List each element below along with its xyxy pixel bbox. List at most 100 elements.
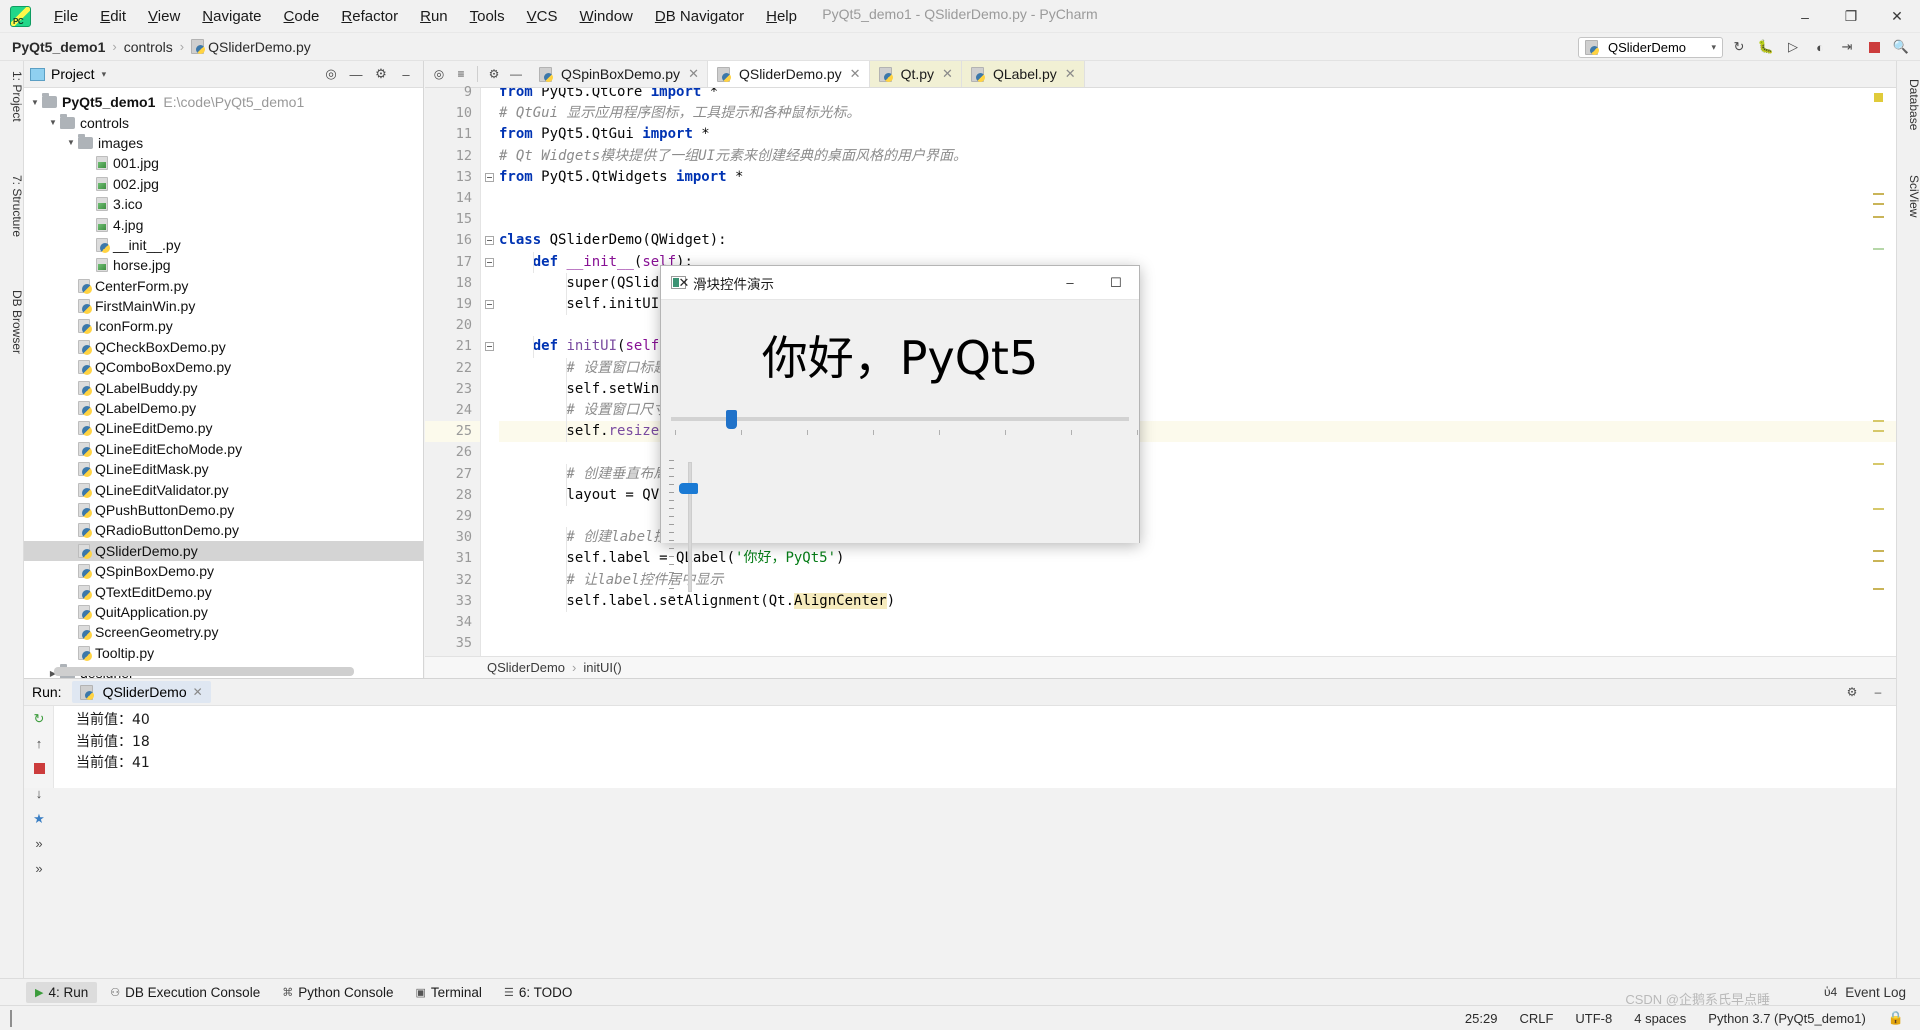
- code-line[interactable]: self.initUI(): [499, 294, 676, 315]
- hide-panel-icon[interactable]: —: [506, 64, 526, 84]
- tree-item[interactable]: QCheckBoxDemo.py: [24, 337, 423, 357]
- tree-item[interactable]: QSpinBoxDemo.py: [24, 561, 423, 581]
- menu-file[interactable]: File: [43, 4, 89, 29]
- editor-gutter[interactable]: 9 10 11 12 13 14 15 16 17 18 19 20 21 22 23 24 25 26 27 28 2…: [425, 84, 481, 656]
- code-line[interactable]: super(QSlider: [499, 273, 676, 294]
- profile-icon[interactable]: ◐: [1809, 36, 1831, 58]
- editor-tab[interactable]: QLabel.py ✕: [961, 61, 1085, 87]
- tree-item[interactable]: QuitApplication.py: [24, 602, 423, 622]
- chevron-down-icon[interactable]: ▾: [1711, 42, 1716, 53]
- line-separator[interactable]: CRLF: [1519, 1011, 1553, 1026]
- tree-item[interactable]: QSliderDemo.py: [24, 540, 423, 561]
- project-tree[interactable]: ▼ PyQt5_demo1 E:\code\PyQt5_demo1 ▼ controls…: [24, 88, 423, 678]
- rerun-icon[interactable]: ↻: [24, 706, 54, 731]
- menu-run[interactable]: Run: [409, 4, 459, 29]
- tree-item[interactable]: FirstMainWin.py: [24, 296, 423, 316]
- close-icon[interactable]: ✕: [942, 66, 953, 82]
- more-icon[interactable]: »: [24, 856, 54, 881]
- menu-window[interactable]: Window: [569, 4, 644, 29]
- tree-item[interactable]: QTextEditDemo.py: [24, 581, 423, 601]
- code-line[interactable]: from PyQt5.QtCore import *: [499, 88, 718, 103]
- maximize-button[interactable]: ❐: [1828, 0, 1874, 33]
- close-icon[interactable]: ✕: [688, 66, 699, 82]
- tree-item[interactable]: horse.jpg: [24, 255, 423, 275]
- stop-icon[interactable]: [24, 756, 54, 781]
- up-icon[interactable]: ↑: [24, 731, 54, 756]
- tree-item[interactable]: IconForm.py: [24, 316, 423, 336]
- refresh-icon[interactable]: ↻: [1728, 36, 1750, 58]
- stop-icon[interactable]: [1863, 36, 1885, 58]
- dialog-minimize-button[interactable]: –: [1047, 266, 1093, 299]
- tree-item[interactable]: 002.jpg: [24, 174, 423, 194]
- tree-item[interactable]: QRadioButtonDemo.py: [24, 520, 423, 540]
- indent-setting[interactable]: 4 spaces: [1634, 1011, 1686, 1026]
- tree-item[interactable]: QLabelBuddy.py: [24, 377, 423, 397]
- sidebar-tab-sciview[interactable]: SciView: [1897, 171, 1920, 221]
- tree-item[interactable]: ▼ PyQt5_demo1 E:\code\PyQt5_demo1: [24, 92, 423, 112]
- tree-item[interactable]: Tooltip.py: [24, 643, 423, 663]
- code-line[interactable]: def initUI(self):: [499, 336, 676, 357]
- minimize-button[interactable]: –: [1782, 0, 1828, 33]
- collapse-all-icon[interactable]: —: [345, 63, 367, 85]
- menu-refactor[interactable]: Refactor: [330, 4, 409, 29]
- tree-item[interactable]: ScreenGeometry.py: [24, 622, 423, 642]
- locate-in-tree-icon[interactable]: ◎: [429, 64, 449, 84]
- tree-item[interactable]: 001.jpg: [24, 153, 423, 173]
- vertical-slider-groove[interactable]: [688, 462, 692, 592]
- bottom-tab-6-todo[interactable]: ☰ 6: TODO: [495, 982, 581, 1003]
- tree-item[interactable]: CenterForm.py: [24, 276, 423, 296]
- code-line[interactable]: # Qt Widgets模块提供了一组UI元素来创建经典的桌面风格的用户界面。: [499, 146, 967, 167]
- breadcrumb-folder[interactable]: controls: [124, 39, 173, 55]
- tree-item[interactable]: ▼ images: [24, 133, 423, 153]
- qt-slider-demo-dialog[interactable]: 滑块控件演示 – ☐ ✕ 你好，PyQt5: [660, 265, 1140, 597]
- code-line[interactable]: # 创建垂直布局: [499, 464, 667, 485]
- tree-item[interactable]: QLineEditMask.py: [24, 459, 423, 479]
- breadcrumb-project[interactable]: PyQt5_demo1: [12, 39, 105, 55]
- horizontal-slider-track[interactable]: [671, 417, 1129, 421]
- python-interpreter[interactable]: Python 3.7 (PyQt5_demo1): [1708, 1011, 1866, 1026]
- down-icon[interactable]: ↓: [24, 781, 54, 806]
- expand-icon[interactable]: »: [24, 831, 54, 856]
- code-line[interactable]: from PyQt5.QtWidgets import *: [499, 167, 743, 188]
- search-icon[interactable]: 🔍: [1890, 36, 1912, 58]
- menu-view[interactable]: View: [137, 4, 191, 29]
- code-line[interactable]: # 设置窗口尺寸: [499, 400, 667, 421]
- code-fold-toggle[interactable]: [485, 300, 494, 309]
- code-line[interactable]: self.setWindo: [499, 379, 676, 400]
- editor-marker-strip[interactable]: [1870, 88, 1884, 656]
- code-line[interactable]: self.label = QLabel('你好，PyQt5'): [499, 548, 844, 569]
- run-console-output[interactable]: 当前值：40 当前值：18 当前值：41: [54, 706, 1896, 788]
- menu-db-navigator[interactable]: DB Navigator: [644, 4, 755, 29]
- tree-item[interactable]: QComboBoxDemo.py: [24, 357, 423, 377]
- editor-tab[interactable]: Qt.py ✕: [869, 61, 962, 87]
- editor-tab[interactable]: QSliderDemo.py ✕: [707, 61, 870, 87]
- sidebar-tab-database[interactable]: Database: [1897, 75, 1920, 134]
- sidebar-tab-db-browser[interactable]: DB Browser: [0, 286, 24, 358]
- menu-vcs[interactable]: VCS: [516, 4, 569, 29]
- close-icon[interactable]: ✕: [850, 66, 861, 82]
- sidebar-tab-structure[interactable]: 7: Structure: [0, 171, 24, 241]
- coverage-icon[interactable]: ▷: [1782, 36, 1804, 58]
- layout-icon[interactable]: [0, 1009, 12, 1027]
- menu-help[interactable]: Help: [755, 4, 808, 29]
- tree-item[interactable]: QPushButtonDemo.py: [24, 500, 423, 520]
- code-line[interactable]: from PyQt5.QtGui import *: [499, 124, 710, 145]
- project-horizontal-scrollbar[interactable]: [54, 667, 354, 676]
- close-icon[interactable]: ✕: [1065, 66, 1076, 82]
- run-configuration-selector[interactable]: QSliderDemo ▾: [1578, 36, 1723, 58]
- chevron-down-icon[interactable]: ▼: [28, 98, 42, 107]
- locate-icon[interactable]: ◎: [320, 63, 342, 85]
- collapse-all-icon[interactable]: ≡: [451, 64, 471, 84]
- favorites-icon[interactable]: ★: [24, 806, 54, 831]
- breadcrumb-method[interactable]: initUI(): [583, 660, 621, 675]
- code-fold-toggle[interactable]: [485, 342, 494, 352]
- breadcrumb-class[interactable]: QSliderDemo: [487, 660, 565, 675]
- event-log-label[interactable]: Event Log: [1845, 985, 1906, 1000]
- bottom-tab-python-console[interactable]: ⌘ Python Console: [273, 982, 402, 1003]
- tree-item[interactable]: ▼ controls: [24, 112, 423, 132]
- code-line[interactable]: # QtGui 显示应用程序图标，工具提示和各种鼠标光标。: [499, 103, 860, 124]
- tree-item[interactable]: __init__.py: [24, 235, 423, 255]
- code-line[interactable]: self.label.setAlignment(Qt.AlignCenter): [499, 591, 895, 612]
- close-button[interactable]: ✕: [1874, 0, 1920, 33]
- dialog-close-button[interactable]: ✕: [661, 266, 707, 299]
